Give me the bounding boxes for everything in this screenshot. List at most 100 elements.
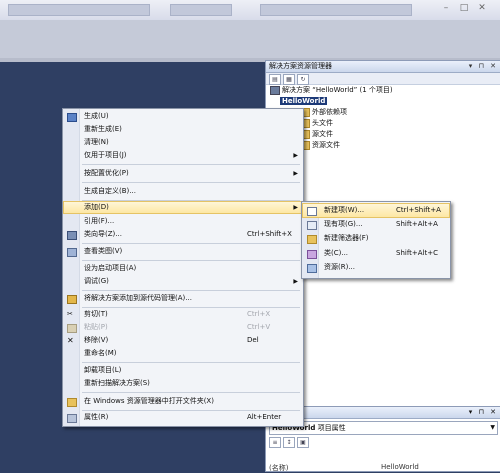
panel-pin-icon[interactable]: ▾ ⊓ ✕ (469, 61, 498, 72)
menu-separator (82, 307, 300, 308)
close-icon[interactable]: ✕ (476, 2, 488, 14)
menu-item-cut[interactable]: ✂ 剪切(T) Ctrl+X (64, 309, 302, 320)
menu-separator (82, 290, 300, 291)
menu-item-pgo[interactable]: 按配置优化(P) ▶ (64, 168, 302, 179)
menu-item-shortcut: Shift+Alt+A (396, 220, 438, 228)
property-name: (名称) (269, 464, 289, 472)
menu-item-references[interactable]: 引用(F)... (64, 216, 302, 227)
menu-item-label: 按配置优化(P) (84, 169, 129, 177)
menu-item-view-class-diagram[interactable]: 查看类图(V) (64, 246, 302, 257)
menu-item-label: 新建筛选器(F) (324, 234, 369, 242)
menu-item-rebuild[interactable]: 重新生成(E) (64, 124, 302, 135)
menu-item-class-wizard[interactable]: 类向导(Z)... Ctrl+Shift+X (64, 229, 302, 240)
toolbar-area (0, 20, 500, 58)
refresh-icon[interactable]: ↻ (297, 74, 309, 85)
properties-icon (67, 414, 77, 423)
chevron-down-icon: ▼ (490, 424, 495, 431)
menu-separator (82, 182, 300, 183)
solution-explorer-title-bar: 解决方案资源管理器 ▾ ⊓ ✕ (266, 61, 500, 73)
project-label: HelloWorld (280, 97, 328, 105)
paste-icon (67, 324, 77, 333)
menu-item-open-folder[interactable]: 在 Windows 资源管理器中打开文件夹(X) (64, 396, 302, 407)
menu-item-label: 属性(R) (84, 413, 109, 421)
menu-separator (82, 362, 300, 363)
submenu-arrow-icon: ▶ (293, 278, 298, 285)
menu-item-label: 移除(V) (84, 336, 109, 344)
solution-label: 解决方案 “HelloWorld” (1 个项目) (282, 86, 393, 94)
cut-icon: ✂ (67, 310, 73, 318)
source-control-icon (67, 295, 77, 304)
menu-item-build-customizations[interactable]: 生成自定义(B)... (64, 186, 302, 197)
menu-item-set-startup[interactable]: 设为启动项目(A) (64, 263, 302, 274)
menu-item-label: 引用(F)... (84, 217, 115, 225)
tree-folder-label: 外部依赖项 (312, 108, 347, 116)
title-bar-block (170, 4, 232, 16)
show-all-files-icon[interactable]: ▦ (283, 74, 295, 85)
properties-icon[interactable]: ▤ (269, 74, 281, 85)
new-item-icon (307, 207, 317, 216)
solution-explorer-toolbar: ▤ ▦ ↻ (266, 73, 500, 85)
menu-item-label: 仅用于项目(J) (84, 151, 127, 159)
menu-item-clean[interactable]: 清理(N) (64, 137, 302, 148)
resource-icon (307, 264, 317, 273)
existing-item-icon (307, 221, 317, 230)
menu-item-properties[interactable]: 属性(R) Alt+Enter (64, 412, 302, 423)
panel-pin-icon[interactable]: ▾ ⊓ ✕ (469, 407, 498, 418)
alphabetical-icon[interactable]: ↕ (283, 437, 295, 448)
menu-item-label: 粘贴(P) (84, 323, 108, 331)
submenu-item-existing-item[interactable]: 现有项(G)... Shift+Alt+A (303, 218, 449, 231)
solution-explorer-title: 解决方案资源管理器 (269, 62, 332, 70)
submenu-item-class[interactable]: 类(C)... Shift+Alt+C (303, 247, 449, 260)
menu-separator (82, 260, 300, 261)
property-pages-icon[interactable]: ▣ (297, 437, 309, 448)
menu-item-shortcut: Ctrl+Shift+X (247, 230, 292, 238)
menu-item-label: 设为启动项目(A) (84, 264, 137, 272)
menu-item-rename[interactable]: 重命名(M) (64, 348, 302, 359)
menu-item-label: 类(C)... (324, 249, 349, 257)
submenu-item-new-filter[interactable]: 新建筛选器(F) (303, 232, 449, 245)
selector-suffix: 项目属性 (315, 424, 346, 432)
maximize-icon[interactable]: □ (458, 2, 470, 14)
submenu-arrow-icon: ▶ (293, 152, 298, 159)
menu-separator (82, 200, 300, 201)
minimize-icon[interactable]: – (440, 2, 452, 14)
menu-item-shortcut: Del (247, 336, 259, 344)
tree-folder-label: 源文件 (312, 130, 333, 138)
class-wizard-icon (67, 231, 77, 240)
menu-item-shortcut: Ctrl+V (247, 323, 271, 331)
menu-item-label: 重新生成(E) (84, 125, 122, 133)
title-bar-block (260, 4, 412, 16)
menu-item-label: 新建项(W)... (324, 206, 365, 214)
menu-item-rescan-solution[interactable]: 重新扫描解决方案(S) (64, 378, 302, 389)
menu-separator (82, 164, 300, 165)
menu-item-label: 资源(R)... (324, 263, 356, 271)
class-icon (307, 250, 317, 259)
menu-item-remove[interactable]: ✕ 移除(V) Del (64, 335, 302, 346)
menu-separator (82, 410, 300, 411)
menu-item-shortcut: Ctrl+Shift+A (396, 206, 441, 214)
menu-item-add[interactable]: 添加(D) ▶ (63, 201, 303, 214)
submenu-item-new-item[interactable]: 新建项(W)... Ctrl+Shift+A (302, 203, 450, 218)
folder-icon (307, 235, 317, 244)
menu-item-build[interactable]: 生成(U) (64, 111, 302, 122)
menu-item-label: 剪切(T) (84, 310, 108, 318)
submenu-arrow-icon: ▶ (293, 170, 298, 177)
menu-item-project-only[interactable]: 仅用于项目(J) ▶ (64, 150, 302, 161)
submenu-item-resource[interactable]: 资源(R)... (303, 261, 449, 274)
menu-item-label: 卸载项目(L) (84, 366, 122, 374)
submenu-arrow-icon: ▶ (293, 204, 298, 211)
menu-item-label: 生成自定义(B)... (84, 187, 136, 195)
menu-item-unload-project[interactable]: 卸载项目(L) (64, 365, 302, 376)
menu-item-paste[interactable]: 粘贴(P) Ctrl+V (64, 322, 302, 333)
menu-item-debug[interactable]: 调试(G) ▶ (64, 276, 302, 287)
menu-item-label: 重新扫描解决方案(S) (84, 379, 150, 387)
menu-item-label: 生成(U) (84, 112, 109, 120)
build-icon (67, 113, 77, 122)
properties-toolbar: ≡ ↕ ▣ (266, 437, 500, 448)
title-bar: – □ ✕ (0, 0, 500, 21)
menu-item-label: 现有项(G)... (324, 220, 363, 228)
tree-solution[interactable]: 解决方案 “HelloWorld” (1 个项目) (266, 85, 500, 96)
tree-project[interactable]: HelloWorld (266, 96, 500, 107)
categorized-icon[interactable]: ≡ (269, 437, 281, 448)
menu-item-add-source-control[interactable]: 将解决方案添加到源代码管理(A)... (64, 293, 302, 304)
